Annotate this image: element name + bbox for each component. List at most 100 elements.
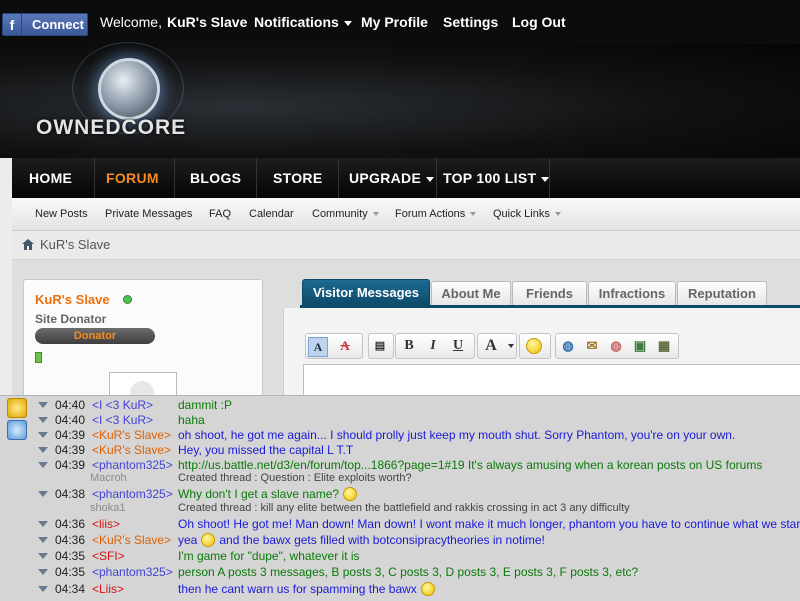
welcome-username[interactable]: KuR's Slave xyxy=(167,14,247,30)
chat-time: 04:39 xyxy=(55,443,86,457)
logo-emblem-icon[interactable] xyxy=(98,58,160,120)
paste-icon[interactable]: ▤ xyxy=(371,337,389,355)
nav-upgrade-label: UPGRADE xyxy=(349,170,422,186)
thread-notice[interactable]: Created thread : Question : Elite exploi… xyxy=(178,472,412,484)
chat-expand-icon[interactable] xyxy=(38,402,48,408)
chat-expand-icon[interactable] xyxy=(38,586,48,592)
chat-nick[interactable]: <Liis> xyxy=(92,582,124,596)
chat-nick[interactable]: <KuR's Slave> xyxy=(92,533,171,547)
chat-message: Oh shoot! He got me! Man down! Man down!… xyxy=(178,517,800,531)
tab-about-me[interactable]: About Me xyxy=(431,281,511,306)
subnav-calendar[interactable]: Calendar xyxy=(249,208,294,220)
chat-message-text: Why don't I get a slave name? xyxy=(178,487,340,501)
chat-nick[interactable]: <phantom325> xyxy=(92,458,173,472)
insert-video-icon[interactable]: ▦ xyxy=(655,337,673,355)
top-bar: f Connect Welcome, KuR's Slave Notificat… xyxy=(0,0,800,44)
chat-nick[interactable]: <phantom325> xyxy=(92,487,173,501)
subnav-forum-actions-label: Forum Actions xyxy=(395,208,466,220)
nav-top-100-label: TOP 100 LIST xyxy=(443,170,537,186)
subnav-new-posts[interactable]: New Posts xyxy=(35,208,88,220)
welcome-text: Welcome, xyxy=(100,14,162,30)
editor-toolbar-group-paste: ▤ xyxy=(368,333,394,359)
nav-top-100[interactable]: TOP 100 LIST xyxy=(443,158,550,198)
tab-visitor-messages[interactable]: Visitor Messages xyxy=(302,279,430,306)
chat-expand-icon[interactable] xyxy=(38,537,48,543)
chat-nick[interactable]: <I <3 KuR> xyxy=(92,413,153,427)
chat-time: 04:39 xyxy=(55,428,86,442)
chat-expand-icon[interactable] xyxy=(38,462,48,468)
reputation-icon xyxy=(35,352,42,363)
remove-link-icon[interactable]: ◍ xyxy=(607,337,625,355)
chat-expand-icon[interactable] xyxy=(38,521,48,527)
chat-time: 04:40 xyxy=(55,398,86,412)
remove-format-icon[interactable]: A xyxy=(336,337,354,355)
my-profile-link[interactable]: My Profile xyxy=(361,14,428,30)
bold-icon[interactable]: B xyxy=(400,337,418,355)
font-menu-icon[interactable]: A xyxy=(482,337,500,355)
subnav-private-messages[interactable]: Private Messages xyxy=(105,208,192,220)
chevron-down-icon xyxy=(372,212,379,217)
nav-home[interactable]: HOME xyxy=(29,158,72,198)
facebook-connect-button[interactable]: f Connect xyxy=(2,13,88,36)
smiley-icon[interactable] xyxy=(525,337,543,355)
chat-nick[interactable]: <liis> xyxy=(92,517,120,531)
subnav-faq[interactable]: FAQ xyxy=(209,208,231,220)
thread-author[interactable]: Macroh xyxy=(90,472,127,484)
chat-expand-icon[interactable] xyxy=(38,553,48,559)
chat-message: person A posts 3 messages, B posts 3, C … xyxy=(178,565,639,579)
chat-time: 04:35 xyxy=(55,549,86,563)
chat-nick[interactable]: <SFI> xyxy=(92,549,125,563)
subnav-community[interactable]: Community xyxy=(312,208,379,220)
chat-expand-icon[interactable] xyxy=(38,569,48,575)
chat-message: dammit :P xyxy=(178,398,233,412)
nav-forum[interactable]: FORUM xyxy=(106,158,159,198)
editor-toolbar-group-font: A xyxy=(477,333,517,359)
insert-image-icon[interactable]: ▣ xyxy=(631,337,649,355)
subnav-community-label: Community xyxy=(312,208,368,220)
tab-infractions[interactable]: Infractions xyxy=(588,281,676,306)
chat-time: 04:34 xyxy=(55,582,86,596)
chat-expand-icon[interactable] xyxy=(38,417,48,423)
notifications-menu[interactable]: Notifications xyxy=(254,14,352,30)
site-logo[interactable]: OWNEDCORE xyxy=(36,116,186,140)
subnav-forum-actions[interactable]: Forum Actions xyxy=(395,208,477,220)
chat-message: I'm game for "dupe", whatever it is xyxy=(178,549,360,563)
tab-friends[interactable]: Friends xyxy=(512,281,587,306)
italic-icon[interactable]: I xyxy=(424,337,442,355)
chat-expand-icon[interactable] xyxy=(38,432,48,438)
chat-nick[interactable]: <phantom325> xyxy=(92,565,173,579)
chat-globe-icon[interactable] xyxy=(7,420,27,440)
subnav-quick-links-label: Quick Links xyxy=(493,208,550,220)
switch-editor-mode-icon[interactable]: A xyxy=(308,337,328,357)
tab-reputation[interactable]: Reputation xyxy=(677,281,767,306)
chat-expand-icon[interactable] xyxy=(38,491,48,497)
nav-store[interactable]: STORE xyxy=(273,158,322,198)
chevron-down-icon xyxy=(426,176,435,182)
editor-toolbar-group-insert: ◍ ✉ ◍ ▣ ▦ xyxy=(555,333,679,359)
home-icon[interactable] xyxy=(22,239,34,250)
editor-toolbar-group-text: B I U xyxy=(395,333,475,359)
nav-blogs[interactable]: BLOGS xyxy=(190,158,241,198)
thread-notice[interactable]: Created thread : kill any elite between … xyxy=(178,502,630,514)
underline-icon[interactable]: U xyxy=(449,337,467,355)
editor-toolbar-group-format: A A xyxy=(305,333,363,359)
subnav-quick-links[interactable]: Quick Links xyxy=(493,208,561,220)
message-textarea[interactable] xyxy=(303,364,800,397)
settings-link[interactable]: Settings xyxy=(443,14,498,30)
log-out-link[interactable]: Log Out xyxy=(512,14,566,30)
insert-link-icon[interactable]: ◍ xyxy=(559,337,577,355)
insert-email-icon[interactable]: ✉ xyxy=(583,337,601,355)
chat-nick[interactable]: <I <3 KuR> xyxy=(92,398,153,412)
profile-user-title: Site Donator xyxy=(35,312,107,326)
editor-toolbar-group-smilies xyxy=(519,333,551,359)
chat-smiley-icon[interactable] xyxy=(7,398,27,418)
smiley-icon xyxy=(420,581,435,596)
chat-nick[interactable]: <KuR's Slave> xyxy=(92,428,171,442)
chat-expand-icon[interactable] xyxy=(38,447,48,453)
thread-author[interactable]: shoka1 xyxy=(90,502,125,514)
chat-nick[interactable]: <KuR's Slave> xyxy=(92,443,171,457)
chat-time: 04:39 xyxy=(55,458,86,472)
chevron-down-icon xyxy=(554,212,561,217)
nav-upgrade[interactable]: UPGRADE xyxy=(349,158,435,198)
chatbox-panel: 04:40 <I <3 KuR> dammit :P 04:40 <I <3 K… xyxy=(0,395,800,601)
